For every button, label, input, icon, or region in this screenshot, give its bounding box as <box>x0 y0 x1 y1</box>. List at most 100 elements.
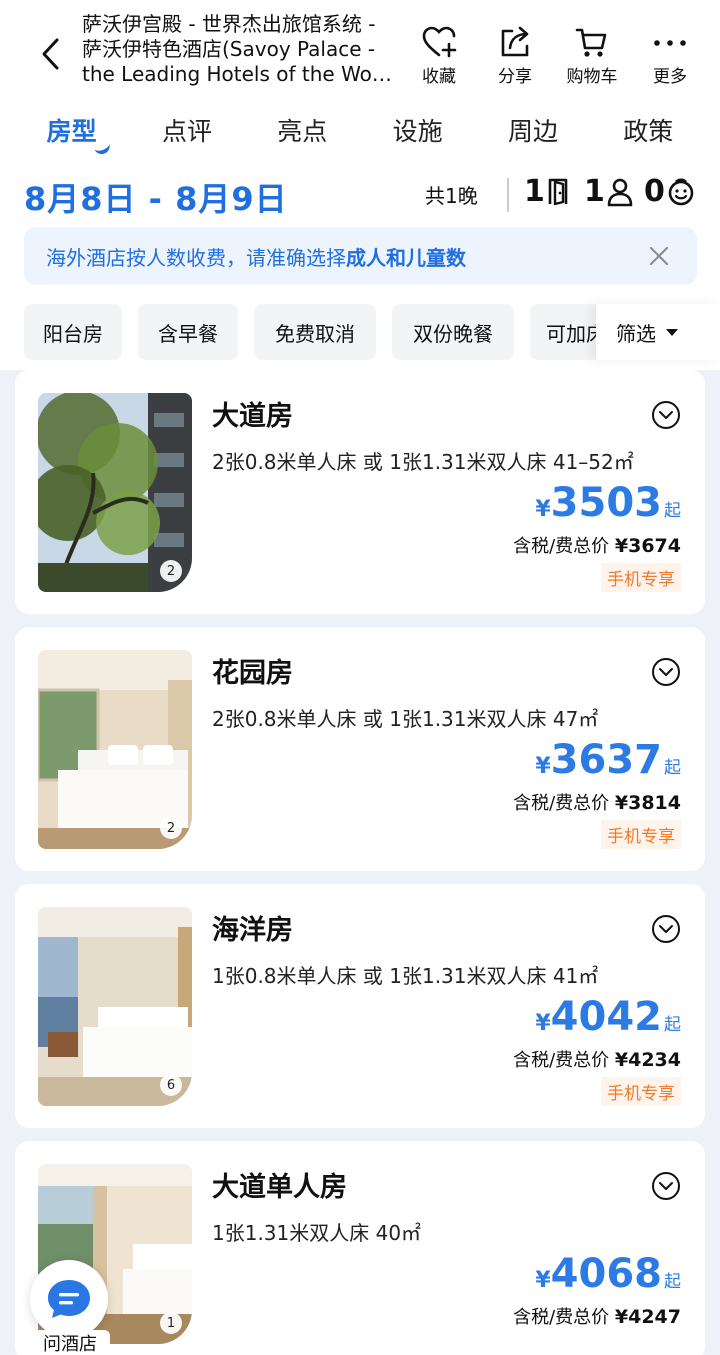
chevron-down-circle-icon[interactable] <box>651 914 681 944</box>
total-amount: ¥3814 <box>614 792 681 814</box>
tab-nearby[interactable]: 周边 <box>483 104 583 160</box>
tab-room-types[interactable]: 房型 <box>22 104 122 160</box>
nights-count: 共1晚 <box>425 184 478 208</box>
total-amount: ¥4247 <box>614 1306 681 1328</box>
total-amount: ¥4234 <box>614 1049 681 1071</box>
total-price: 含税/费总价 ¥3814 <box>513 789 681 815</box>
price-value: 3503 <box>550 480 662 526</box>
notice-bold[interactable]: 成人和儿童数 <box>346 246 466 270</box>
cart-label: 购物车 <box>566 67 618 87</box>
tab-facilities[interactable]: 设施 <box>368 104 468 160</box>
room-photo[interactable]: 2 <box>38 393 192 592</box>
price-suffix: 起 <box>664 758 681 778</box>
total-price: 含税/费总价 ¥4247 <box>513 1303 681 1329</box>
room-photo[interactable]: 6 <box>38 907 192 1106</box>
photo-count-badge: 1 <box>160 1312 182 1334</box>
room-beds: 2张0.8米单人床 或 1张1.31米双人床 47㎡ <box>212 707 599 731</box>
mobile-exclusive-tag: 手机专享 <box>601 563 681 592</box>
child-count-selector[interactable]: 0 <box>644 174 695 209</box>
heart-plus-icon <box>422 26 457 58</box>
room-card[interactable]: 2 花园房 2张0.8米单人床 或 1张1.31米双人床 47㎡ ¥ 3637 … <box>15 627 705 871</box>
currency-symbol: ¥ <box>535 1268 551 1293</box>
room-name: 大道房 <box>212 401 293 432</box>
filter-label: 筛选 <box>616 321 656 346</box>
filter-chip[interactable]: 含早餐 <box>138 304 238 360</box>
door-icon <box>548 178 568 205</box>
close-icon[interactable] <box>647 244 671 268</box>
total-label: 含税/费总价 <box>513 1050 610 1071</box>
currency-symbol: ¥ <box>535 497 551 522</box>
filter-chips: 阳台房 含早餐 免费取消 双份晚餐 可加床 <box>24 304 596 360</box>
tab-policies[interactable]: 政策 <box>598 104 698 160</box>
room-price: ¥ 4068 起 <box>535 1251 681 1297</box>
filter-chip[interactable]: 双份晚餐 <box>392 304 514 360</box>
child-icon <box>668 178 694 205</box>
filter-button[interactable]: 筛选 <box>596 304 720 360</box>
filter-chip[interactable]: 可加床 <box>530 304 596 360</box>
guest-count-notice: 海外酒店按人数收费，请准确选择成人和儿童数 <box>24 227 697 285</box>
price-value: 4042 <box>550 994 662 1040</box>
currency-symbol: ¥ <box>535 754 551 779</box>
room-card[interactable]: 1 大道单人房 1张1.31米双人床 40㎡ ¥ 4068 起 含税/费总价 ¥… <box>15 1141 705 1355</box>
mobile-exclusive-tag: 手机专享 <box>601 1077 681 1106</box>
chevron-down-circle-icon[interactable] <box>651 400 681 430</box>
total-label: 含税/费总价 <box>513 536 610 557</box>
filter-chip[interactable]: 免费取消 <box>254 304 376 360</box>
room-count: 1 <box>524 174 545 209</box>
more-button[interactable]: 更多 <box>640 26 700 87</box>
ask-hotel-label[interactable]: 问酒店 <box>30 1330 110 1355</box>
room-name: 花园房 <box>212 658 293 689</box>
adult-icon <box>607 178 633 206</box>
photo-count-badge: 2 <box>160 817 182 839</box>
back-button[interactable] <box>32 36 68 72</box>
room-price: ¥ 3637 起 <box>535 737 681 783</box>
favorite-button[interactable]: 收藏 <box>409 26 469 87</box>
chevron-left-icon <box>42 38 59 70</box>
favorite-label: 收藏 <box>422 67 456 87</box>
caret-down-icon <box>666 328 678 336</box>
cart-button[interactable]: 购物车 <box>562 26 622 87</box>
room-count-selector[interactable]: 1 <box>524 174 569 209</box>
booking-bar: 8月8日 - 8月9日 共1晚 1 1 0 <box>0 168 720 224</box>
price-value: 4068 <box>550 1251 662 1297</box>
share-label: 分享 <box>498 67 532 87</box>
share-button[interactable]: 分享 <box>485 26 545 87</box>
notice-text: 海外酒店按人数收费，请准确选择成人和儿童数 <box>46 242 466 271</box>
room-name: 大道单人房 <box>212 1172 347 1203</box>
price-suffix: 起 <box>664 1015 681 1035</box>
hotel-title-line: the Leading Hotels of the Worl... <box>82 62 400 86</box>
room-card[interactable]: 2 大道房 2张0.8米单人床 或 1张1.31米双人床 41–52㎡ ¥ 35… <box>15 370 705 614</box>
notice-plain: 海外酒店按人数收费，请准确选择 <box>46 246 346 270</box>
currency-symbol: ¥ <box>535 1011 551 1036</box>
room-beds: 1张0.8米单人床 或 1张1.31米双人床 41㎡ <box>212 964 599 988</box>
room-beds: 1张1.31米双人床 40㎡ <box>212 1221 422 1245</box>
photo-count-badge: 6 <box>160 1074 182 1096</box>
section-tabs: 房型 点评 亮点 设施 周边 政策 <box>0 104 720 160</box>
adult-count-selector[interactable]: 1 <box>584 174 633 209</box>
room-price: ¥ 4042 起 <box>535 994 681 1040</box>
photo-count-badge: 2 <box>160 560 182 582</box>
total-label: 含税/费总价 <box>513 793 610 814</box>
room-card[interactable]: 6 海洋房 1张0.8米单人床 或 1张1.31米双人床 41㎡ ¥ 4042 … <box>15 884 705 1128</box>
share-icon <box>501 26 529 57</box>
chevron-down-circle-icon[interactable] <box>651 657 681 687</box>
tab-highlights[interactable]: 亮点 <box>252 104 352 160</box>
total-price: 含税/费总价 ¥4234 <box>513 1046 681 1072</box>
chevron-down-circle-icon[interactable] <box>651 1171 681 1201</box>
ask-hotel-button[interactable] <box>30 1260 108 1338</box>
adult-count: 1 <box>584 174 605 209</box>
app-header: 萨沃伊宫殿 - 世界杰出旅馆系统 - 萨沃伊特色酒店(Savoy Palace … <box>0 0 720 100</box>
hotel-title-line: 萨沃伊宫殿 - 世界杰出旅馆系统 - <box>82 12 376 36</box>
total-amount: ¥3674 <box>614 535 681 557</box>
price-value: 3637 <box>550 737 662 783</box>
room-price: ¥ 3503 起 <box>535 480 681 526</box>
mobile-exclusive-tag: 手机专享 <box>601 820 681 849</box>
date-range-selector[interactable]: 8月8日 - 8月9日 <box>24 174 288 220</box>
tab-reviews[interactable]: 点评 <box>137 104 237 160</box>
child-count: 0 <box>644 174 665 209</box>
room-photo[interactable]: 2 <box>38 650 192 849</box>
room-list: 2 大道房 2张0.8米单人床 或 1张1.31米双人床 41–52㎡ ¥ 35… <box>0 370 720 1355</box>
price-suffix: 起 <box>664 501 681 521</box>
total-price: 含税/费总价 ¥3674 <box>513 532 681 558</box>
filter-chip[interactable]: 阳台房 <box>24 304 122 360</box>
